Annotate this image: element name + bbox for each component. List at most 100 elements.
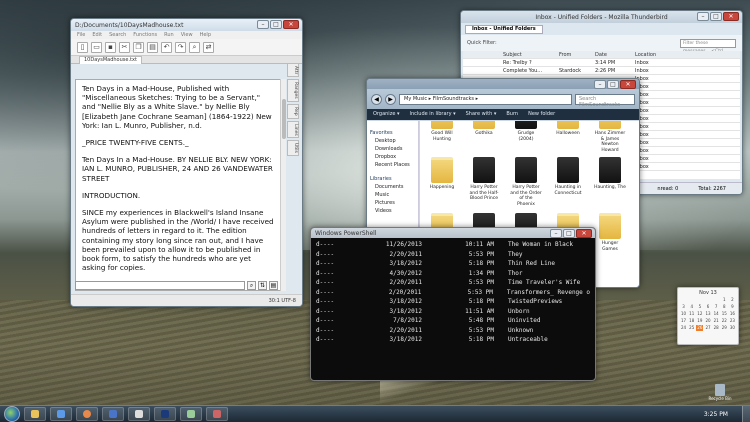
close-button[interactable]: ✕ <box>576 229 592 238</box>
nav-item[interactable]: Documents <box>367 183 418 191</box>
calendar-day[interactable]: 15 <box>721 311 728 317</box>
folder-item[interactable]: Hunger Games <box>594 213 626 252</box>
menu-item-edit[interactable]: Edit <box>92 32 102 38</box>
show-desktop-button[interactable] <box>742 405 750 422</box>
address-bar[interactable]: My Music ▸ FilmSoundtracks ▸ <box>399 93 572 105</box>
calendar-day[interactable]: 16 <box>729 311 736 317</box>
scrollbar-thumb[interactable] <box>282 99 286 139</box>
minimize-button[interactable]: – <box>257 20 269 29</box>
find-prev-icon[interactable]: ⇅ <box>258 280 267 290</box>
calendar-gadget[interactable]: Nov 13 1 2 3 4 5 6 7 8 9 10 11 12 13 14 15 16 17 18 19 20 21… <box>677 287 739 345</box>
tab-inbox[interactable]: Inbox - Unified Folders <box>465 25 543 34</box>
recycle-bin[interactable]: Recycle Bin <box>708 384 732 401</box>
new-file-icon[interactable]: ▯ <box>77 41 88 53</box>
menu-item-help[interactable]: Help <box>200 32 211 38</box>
calendar-day[interactable]: 24 <box>680 325 687 331</box>
calendar-day[interactable]: 25 <box>688 325 695 331</box>
calendar-day[interactable]: 7 <box>713 304 720 310</box>
minimize-button[interactable]: – <box>550 229 562 238</box>
find-options-icon[interactable]: ▤ <box>269 280 278 290</box>
taskbar-app-button[interactable] <box>180 407 202 421</box>
nav-item[interactable]: Libraries <box>367 175 418 183</box>
console-output[interactable]: d---- 11/26/2013 10:11 AM The Woman in Blac… <box>311 238 595 347</box>
vertical-scrollbar[interactable] <box>280 79 286 291</box>
nav-item[interactable]: Desktop <box>367 137 418 145</box>
message-row[interactable]: Re: Trelby ? 3:14 PM Inbox <box>463 59 740 67</box>
nav-item[interactable]: Music <box>367 191 418 199</box>
calendar-day[interactable]: 10 <box>680 311 687 317</box>
calendar-day[interactable]: 28 <box>713 325 720 331</box>
calendar-day[interactable]: 5 <box>696 304 703 310</box>
nav-item[interactable]: Recent Places <box>367 161 418 169</box>
save-icon[interactable]: ▪ <box>105 41 116 53</box>
close-button[interactable]: ✕ <box>723 12 739 21</box>
nav-item[interactable]: Videos <box>367 207 418 215</box>
taskbar-editor-button[interactable] <box>128 407 150 421</box>
command-button[interactable]: Burn <box>506 111 518 118</box>
side-tab-lines[interactable]: Lines <box>287 120 299 139</box>
find-next-icon[interactable]: ⌕ <box>247 280 256 290</box>
nav-item[interactable]: Pictures <box>367 199 418 207</box>
calendar-day[interactable]: 19 <box>696 318 703 324</box>
side-tab-rep[interactable]: Rep <box>287 104 299 119</box>
calendar-day[interactable]: 14 <box>713 311 720 317</box>
calendar-day[interactable]: 20 <box>704 318 711 324</box>
calendar-day[interactable]: 8 <box>721 304 728 310</box>
calendar-day[interactable]: 22 <box>721 318 728 324</box>
column-date[interactable]: Date <box>595 52 635 58</box>
calendar-day[interactable]: 3 <box>680 304 687 310</box>
powershell-window[interactable]: Windows PowerShell – □ ✕ d---- 11/26/2013 10… <box>310 227 596 381</box>
message-row[interactable]: Complete You... Stardock 2:26 PM Inbox <box>463 67 740 75</box>
open-folder-icon[interactable]: ▭ <box>91 41 102 53</box>
folder-item[interactable]: Harry Potter and the Order of the Phoeni… <box>510 157 542 207</box>
taskbar-media-button[interactable] <box>50 407 72 421</box>
document-text-area[interactable]: Ten Days in a Mad-House, Published with … <box>75 79 282 291</box>
folder-item[interactable]: Grudge (2004) <box>510 121 542 142</box>
menu-item-run[interactable]: Run <box>164 32 174 38</box>
calendar-day[interactable]: 4 <box>688 304 695 310</box>
folder-item[interactable]: Harry Potter and the Half-Blood Prince <box>468 157 500 202</box>
command-button[interactable]: Organize ▾ <box>373 111 400 118</box>
undo-icon[interactable]: ↶ <box>161 41 172 53</box>
folder-item[interactable]: Hans Zimmer & James Newton Howard <box>594 121 626 153</box>
calendar-day[interactable]: 12 <box>696 311 703 317</box>
column-from[interactable]: From <box>559 52 595 58</box>
calendar-day[interactable]: 29 <box>721 325 728 331</box>
side-tab-utils[interactable]: Utils <box>287 140 299 157</box>
text-editor-window[interactable]: D:/Documents/10DaysMadhouse.txt – □ ✕ File… <box>70 18 303 307</box>
folder-item[interactable]: Haunting, The <box>594 157 626 191</box>
taskbar-browser-button[interactable] <box>76 407 98 421</box>
folder-item[interactable]: Gothika <box>468 121 500 137</box>
calendar-day[interactable]: 21 <box>713 318 720 324</box>
search-input[interactable]: Search FilmSoundtracks <box>575 93 635 108</box>
calendar-day[interactable]: 2 <box>729 297 736 303</box>
side-tab-ranges[interactable]: Ranges <box>287 79 299 102</box>
column-location[interactable]: Location <box>635 52 740 58</box>
calendar-day[interactable]: 1 <box>721 297 728 303</box>
close-button[interactable]: ✕ <box>620 80 636 89</box>
column-subject[interactable]: Subject <box>503 52 559 58</box>
calendar-day[interactable]: 9 <box>729 304 736 310</box>
calendar-day[interactable]: 30 <box>729 325 736 331</box>
forward-arrow-icon[interactable]: ▶ <box>385 93 396 105</box>
cut-icon[interactable]: ✂ <box>119 41 130 53</box>
replace-icon[interactable]: ⇄ <box>203 41 214 53</box>
calendar-day[interactable]: 23 <box>729 318 736 324</box>
paste-icon[interactable]: ▤ <box>147 41 158 53</box>
start-button[interactable] <box>4 406 20 422</box>
nav-item[interactable]: Dropbox <box>367 153 418 161</box>
minimize-button[interactable]: – <box>594 80 606 89</box>
side-tab-attr[interactable]: Attr <box>287 63 299 78</box>
nav-item[interactable]: Favorites <box>367 129 418 137</box>
taskbar-clock[interactable]: 3:25 PM <box>704 411 728 418</box>
maximize-button[interactable]: □ <box>270 20 282 29</box>
calendar-day[interactable]: 26 <box>696 325 704 331</box>
calendar-day[interactable]: 11 <box>688 311 695 317</box>
calendar-day[interactable]: 17 <box>680 318 687 324</box>
menu-item-functions[interactable]: Functions <box>133 32 157 38</box>
filter-messages-input[interactable]: Filter these messages... <Ctrl <box>680 38 736 54</box>
maximize-button[interactable]: □ <box>607 80 619 89</box>
copy-icon[interactable]: ❐ <box>133 41 144 53</box>
command-button[interactable]: New folder <box>528 111 555 118</box>
calendar-day[interactable]: 18 <box>688 318 695 324</box>
